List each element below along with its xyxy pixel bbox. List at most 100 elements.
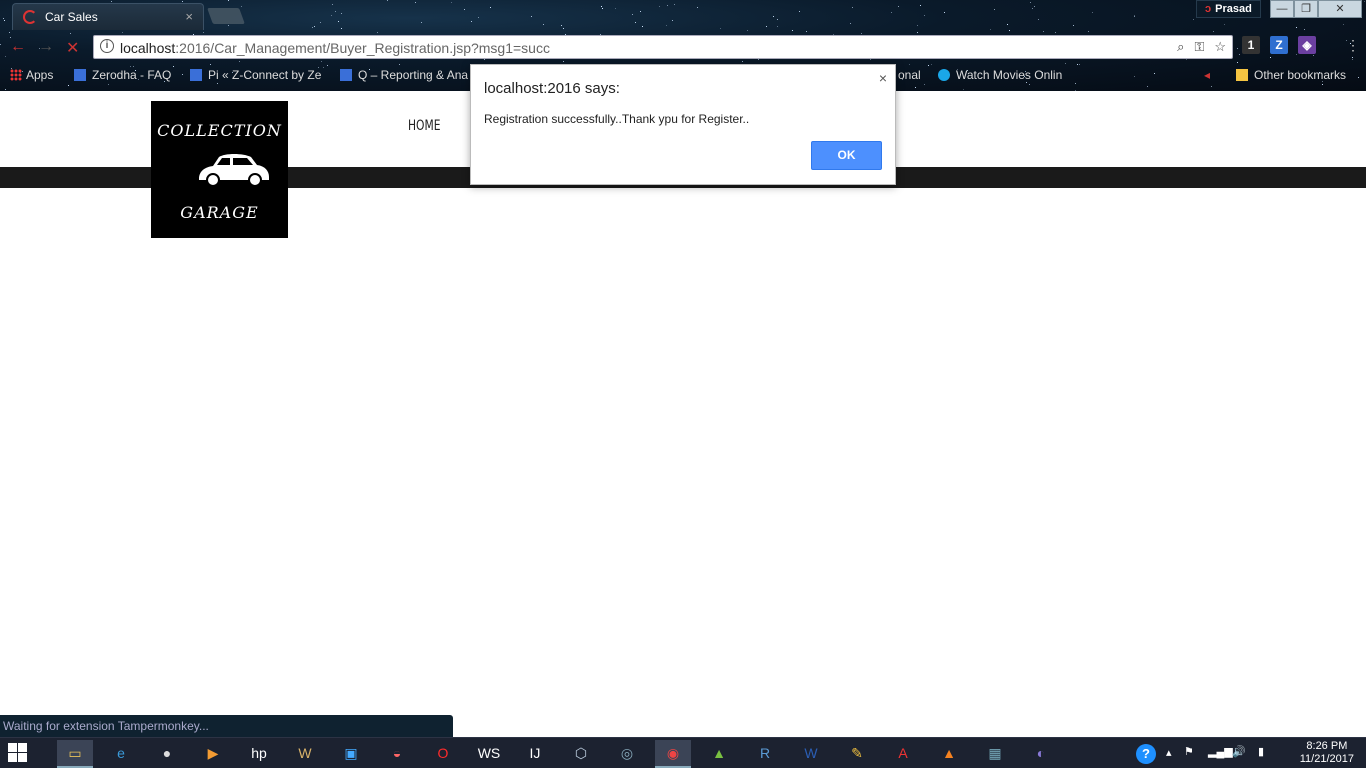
chrome-icon[interactable]: ◉	[655, 740, 691, 768]
play-circle-icon	[938, 69, 950, 81]
eclipse-icon[interactable]: ◐	[1023, 740, 1059, 768]
tray-expand-icon[interactable]: ▴	[1166, 746, 1172, 759]
star-dot	[1007, 24, 1008, 25]
star-dot	[314, 26, 315, 27]
zoom-icon[interactable]: ⌕	[1177, 39, 1184, 55]
browser-toolbar: ← → ✕ i localhost:2016/Car_Management/Bu…	[0, 33, 1366, 61]
star-dot	[635, 22, 636, 23]
virtualbox-icon[interactable]: ⬡	[563, 740, 599, 768]
star-dot	[239, 61, 240, 62]
tab-car-sales[interactable]: Car Sales ×	[12, 3, 204, 30]
opera-icon[interactable]: O	[425, 740, 461, 768]
bookmark-watch-movies[interactable]: Watch Movies Onlin	[938, 68, 1062, 82]
forward-arrow-icon[interactable]: →	[38, 38, 54, 56]
android-icon[interactable]: ▲	[701, 740, 737, 768]
page-content: COLLECTION GARAGE HOME	[0, 91, 1366, 736]
nav-home-link[interactable]: HOME	[408, 118, 440, 134]
zerodha-z-icon[interactable]: Z	[1270, 36, 1288, 54]
star-dot	[531, 16, 532, 17]
star-dot	[321, 61, 322, 62]
star-dot	[742, 61, 743, 62]
hp-icon[interactable]: hp	[241, 740, 277, 768]
minimize-button[interactable]: —	[1270, 0, 1294, 18]
help-icon[interactable]: ?	[1136, 744, 1156, 764]
star-dot	[341, 13, 342, 14]
bookmark-label: Zerodha - FAQ	[92, 68, 172, 82]
blue-app-icon[interactable]: ▣	[333, 740, 369, 768]
star-dot	[451, 2, 452, 3]
ok-button[interactable]: OK	[811, 141, 882, 170]
volume-icon[interactable]: 🔊	[1232, 745, 1246, 758]
camera-app-icon[interactable]: ●	[149, 740, 185, 768]
profile-icon: ↄ	[1205, 3, 1212, 15]
profile-button[interactable]: ↄ Prasad	[1196, 0, 1261, 18]
stop-loading-icon[interactable]: ✕	[66, 38, 79, 58]
network-signal-icon[interactable]: ▂▄▆	[1208, 745, 1233, 758]
bookmark-star-icon[interactable]: ☆	[1214, 39, 1226, 55]
star-dot	[697, 7, 698, 8]
key-icon[interactable]: ⚿	[1194, 39, 1204, 55]
star-dot	[850, 23, 851, 24]
webstorm-icon[interactable]: WS	[471, 740, 507, 768]
network-app-icon[interactable]: ◎	[609, 740, 645, 768]
star-dot	[3, 18, 4, 19]
intellij-icon[interactable]: IJ	[517, 740, 553, 768]
extension-badge-icon[interactable]: 1	[1242, 36, 1260, 54]
word-doc-icon[interactable]: W	[287, 740, 323, 768]
star-dot	[766, 26, 767, 27]
collection-garage-logo[interactable]: COLLECTION GARAGE	[151, 101, 288, 238]
media-player-icon[interactable]: ▶	[195, 740, 231, 768]
site-info-icon[interactable]: i	[100, 39, 114, 53]
star-dot	[1092, 12, 1093, 13]
star-dot	[917, 25, 918, 26]
address-bar[interactable]: i localhost:2016/Car_Management/Buyer_Re…	[93, 35, 1233, 59]
battery-icon[interactable]: ▮	[1258, 745, 1264, 758]
new-tab-button[interactable]	[207, 8, 245, 24]
windows-start-icon[interactable]	[8, 743, 28, 763]
menu-kebab-icon[interactable]: ⋮	[1346, 37, 1360, 54]
bookmark-pi-zconnect[interactable]: Pi « Z-Connect by Ze	[190, 68, 321, 82]
close-window-button[interactable]: ✕	[1318, 0, 1362, 18]
r-icon[interactable]: R	[747, 740, 783, 768]
flag-app-icon[interactable]: ◒	[379, 740, 415, 768]
bookmark-other[interactable]: Other bookmarks	[1236, 68, 1346, 82]
bookmark-zerodha-faq[interactable]: Zerodha - FAQ	[74, 68, 171, 82]
vintage-car-icon	[199, 154, 269, 187]
clock[interactable]: 8:26 PM 11/21/2017	[1300, 740, 1354, 766]
vlc-icon[interactable]: ▲	[931, 740, 967, 768]
logo-top-text: COLLECTION	[157, 121, 282, 140]
acrobat-icon[interactable]: A	[885, 740, 921, 768]
star-dot	[182, 1, 183, 2]
dialog-close-icon[interactable]: ×	[879, 70, 887, 86]
bookmark-q-reporting[interactable]: Q – Reporting & Ana	[340, 68, 468, 82]
star-dot	[852, 7, 853, 8]
bookmark-label: onal	[898, 68, 921, 82]
action-center-flag-icon[interactable]: ⚑	[1184, 745, 1194, 758]
star-dot	[241, 6, 242, 7]
internet-explorer-icon[interactable]: e	[103, 740, 139, 768]
star-dot	[335, 11, 336, 12]
extension-purple-icon[interactable]: ◈	[1298, 36, 1316, 54]
bookmark-apps[interactable]: Apps	[10, 68, 53, 82]
back-arrow-icon[interactable]: ←	[10, 38, 26, 56]
tab-title: Car Sales	[45, 10, 98, 24]
file-explorer-icon[interactable]: ▭	[57, 740, 93, 768]
word-icon[interactable]: W	[793, 740, 829, 768]
apps-grid-icon	[10, 69, 22, 81]
logo-bottom-text: GARAGE	[180, 203, 259, 222]
star-dot	[1343, 24, 1344, 25]
image-viewer-icon[interactable]: ▦	[977, 740, 1013, 768]
star-dot	[898, 6, 899, 7]
star-dot	[1034, 6, 1035, 7]
bookmark-arrow-icon[interactable]: ◂	[1204, 68, 1210, 82]
restore-button[interactable]: ❐	[1294, 0, 1318, 18]
paint-app-icon[interactable]: ✎	[839, 740, 875, 768]
bookmark-onal[interactable]: onal	[898, 68, 921, 82]
star-dot	[601, 6, 602, 7]
tab-close-icon[interactable]: ×	[185, 9, 193, 24]
status-bar: Waiting for extension Tampermonkey...	[0, 715, 453, 737]
star-dot	[471, 21, 472, 22]
star-dot	[672, 20, 673, 21]
star-dot	[478, 17, 479, 18]
bookmark-label: Pi « Z-Connect by Ze	[208, 68, 322, 82]
